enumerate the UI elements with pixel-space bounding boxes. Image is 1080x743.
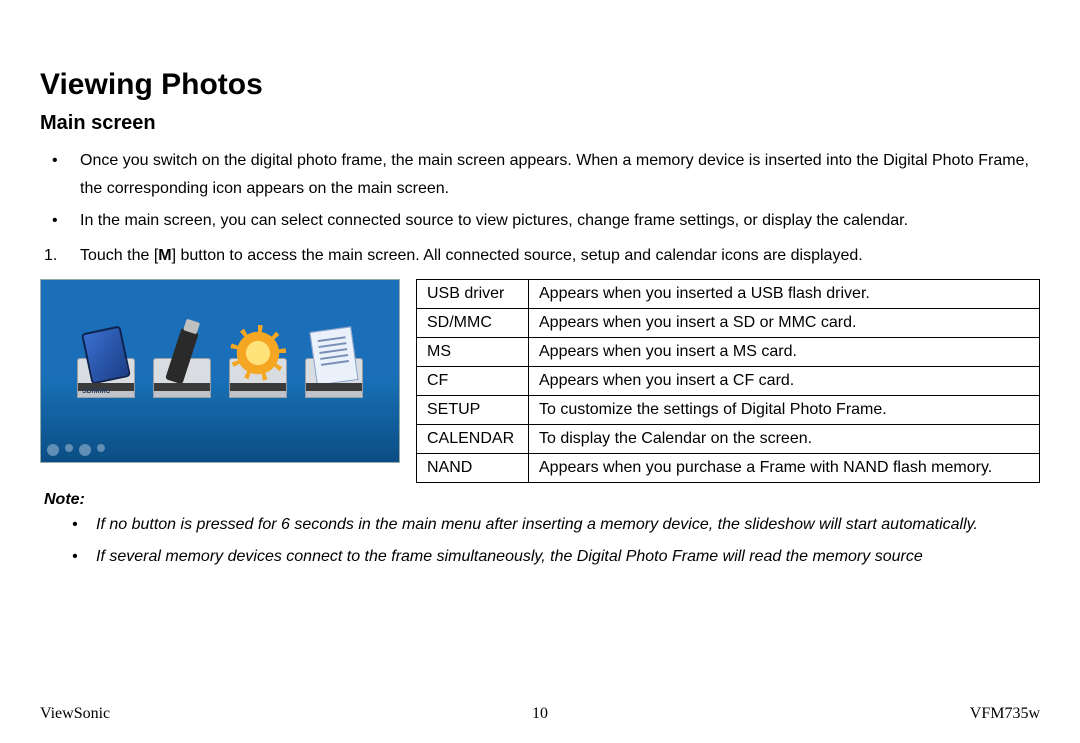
table-value: Appears when you purchase a Frame with N… [529, 454, 1040, 483]
table-row: MSAppears when you insert a MS card. [417, 338, 1040, 367]
gear-icon [234, 329, 282, 377]
tray-slot [230, 383, 286, 391]
section-heading: Main screen [40, 112, 1040, 135]
figure-bubbles [47, 444, 105, 456]
table-value: Appears when you insert a CF card. [529, 367, 1040, 396]
table-value: To display the Calendar on the screen. [529, 425, 1040, 454]
table-row: NANDAppears when you purchase a Frame wi… [417, 454, 1040, 483]
table-row: USB driverAppears when you inserted a US… [417, 280, 1040, 309]
intro-bullets: Once you switch on the digital photo fra… [40, 147, 1040, 235]
step-number: 1. [44, 243, 57, 269]
figure-table-row: SD/MMC USB driverAppears when you inse [40, 279, 1040, 483]
table-value: Appears when you insert a SD or MMC card… [529, 309, 1040, 338]
table-row: SD/MMCAppears when you insert a SD or MM… [417, 309, 1040, 338]
note-list: If no button is pressed for 6 seconds in… [40, 511, 1040, 571]
footer-left: ViewSonic [40, 705, 110, 723]
step-text-bold: M [158, 247, 171, 264]
sd-mmc-tray-icon: SD/MMC [77, 358, 135, 398]
table-key: MS [417, 338, 529, 367]
tray-label: SD/MMC [82, 388, 110, 395]
table-value: Appears when you insert a MS card. [529, 338, 1040, 367]
bubble-icon [65, 444, 73, 452]
table-key: SD/MMC [417, 309, 529, 338]
intro-bullet: In the main screen, you can select conne… [40, 207, 1040, 235]
figure-tray-row: SD/MMC [77, 358, 363, 398]
table-key: CALENDAR [417, 425, 529, 454]
bubble-icon [79, 444, 91, 456]
calendar-sheet-icon [309, 327, 358, 386]
bubble-icon [97, 444, 105, 452]
icon-description-table: USB driverAppears when you inserted a US… [416, 279, 1040, 483]
usb-stick-icon [165, 328, 199, 385]
table-key: SETUP [417, 396, 529, 425]
page-heading: Viewing Photos [40, 68, 1040, 102]
tray-slot [154, 383, 210, 391]
table-value: To customize the settings of Digital Pho… [529, 396, 1040, 425]
note-label: Note: [44, 491, 1040, 509]
table-key: NAND [417, 454, 529, 483]
usb-tray-icon [153, 358, 211, 398]
steps-list: 1. Touch the [M] button to access the ma… [40, 243, 1040, 269]
footer-right: VFM735w [970, 705, 1040, 723]
sd-card-icon [81, 326, 131, 385]
step-item: 1. Touch the [M] button to access the ma… [40, 243, 1040, 269]
table-row: CALENDARTo display the Calendar on the s… [417, 425, 1040, 454]
note-item: If no button is pressed for 6 seconds in… [40, 511, 1040, 539]
main-screen-figure: SD/MMC [40, 279, 400, 463]
calendar-tray-icon [305, 358, 363, 398]
table-row: SETUPTo customize the settings of Digita… [417, 396, 1040, 425]
table-key: CF [417, 367, 529, 396]
page-footer: ViewSonic 10 VFM735w [40, 705, 1040, 723]
footer-page-number: 10 [532, 705, 548, 723]
setup-tray-icon [229, 358, 287, 398]
step-text-before: Touch the [ [80, 247, 158, 264]
bubble-icon [47, 444, 59, 456]
document-page: Viewing Photos Main screen Once you swit… [0, 0, 1080, 743]
intro-bullet: Once you switch on the digital photo fra… [40, 147, 1040, 203]
note-item: If several memory devices connect to the… [40, 543, 1040, 571]
tray-slot [306, 383, 362, 391]
step-text-after: ] button to access the main screen. All … [172, 247, 863, 264]
table-row: CFAppears when you insert a CF card. [417, 367, 1040, 396]
table-key: USB driver [417, 280, 529, 309]
table-value: Appears when you inserted a USB flash dr… [529, 280, 1040, 309]
